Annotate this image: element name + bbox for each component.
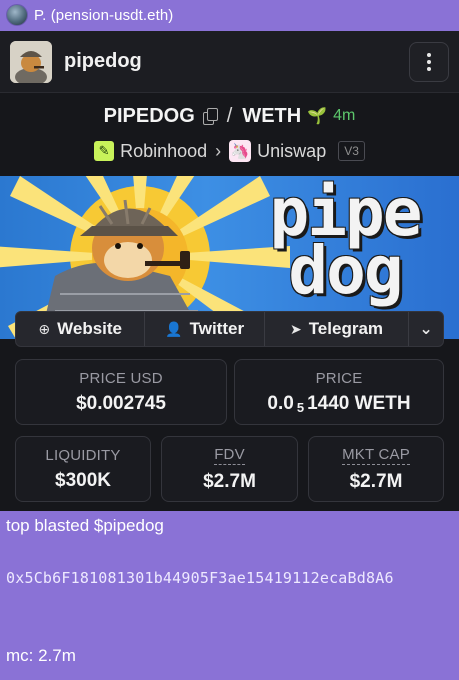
- price-usd-box: PRICE USD $0.002745: [15, 359, 227, 425]
- token-card[interactable]: pipedog PIPEDOG / WETH 🌱 4m ✎ Robinhood …: [0, 31, 459, 511]
- website-link[interactable]: ⊕ Website: [16, 312, 146, 346]
- token-header: pipedog: [0, 31, 459, 93]
- market-cap-note: mc: 2.7m: [6, 646, 76, 665]
- chevron-right-icon: ›: [215, 140, 222, 161]
- price-value-prefix: 0.0: [267, 392, 294, 414]
- social-links-bar: ⊕ Website 👤 Twitter ➤ Telegram ⌄: [15, 311, 444, 347]
- price-usd-label: PRICE USD: [79, 369, 163, 387]
- robinhood-icon: ✎: [94, 141, 115, 161]
- links-expand-button[interactable]: ⌄: [409, 312, 443, 346]
- user-icon: 👤: [165, 320, 183, 337]
- globe-icon: ⊕: [38, 320, 51, 337]
- post-text: top blasted $pipedog: [6, 516, 164, 535]
- pair-age: 4m: [333, 107, 356, 124]
- token-name: pipedog: [64, 50, 142, 72]
- contract-address[interactable]: 0x5Cb6F181081301b44905F3ae15419112ecaBd8…: [6, 566, 446, 591]
- fdv-label: FDV: [214, 445, 245, 465]
- dot-icon: [427, 52, 431, 57]
- more-menu-button[interactable]: [409, 41, 449, 82]
- dot-icon: [427, 66, 431, 71]
- telegram-label: Telegram: [308, 319, 384, 338]
- twitter-link[interactable]: 👤 Twitter: [145, 312, 265, 346]
- liquidity-box: LIQUIDITY $300K: [15, 436, 151, 502]
- pair-row: PIPEDOG / WETH 🌱 4m: [0, 95, 459, 137]
- liquidity-label: LIQUIDITY: [45, 446, 121, 464]
- mkt-cap-box[interactable]: MKT CAP $2.7M: [308, 436, 444, 502]
- liquidity-value: $300K: [55, 469, 111, 491]
- chain-row: ✎ Robinhood › 🦄 Uniswap V3: [0, 137, 459, 165]
- price-usd-value: $0.002745: [76, 392, 166, 414]
- price-box: PRICE 0.0 5 1440 WETH: [234, 359, 444, 425]
- price-value: 0.0 5 1440 WETH: [267, 393, 410, 415]
- version-badge: V3: [338, 141, 365, 161]
- uniswap-icon: 🦄: [229, 140, 252, 162]
- author-bar: P. (pension-usdt.eth): [0, 0, 459, 30]
- banner-title: pipe dog: [245, 180, 445, 304]
- token-avatar: [10, 40, 52, 83]
- copy-icon[interactable]: [202, 108, 218, 125]
- chain-name[interactable]: Robinhood: [120, 141, 207, 162]
- author-avatar[interactable]: [6, 4, 28, 26]
- telegram-link[interactable]: ➤ Telegram: [265, 312, 410, 346]
- twitter-label: Twitter: [189, 319, 245, 338]
- mkt-cap-value: $2.7M: [349, 470, 403, 492]
- mkt-cap-label: MKT CAP: [342, 445, 410, 465]
- fdv-box[interactable]: FDV $2.7M: [161, 436, 298, 502]
- website-label: Website: [57, 319, 122, 338]
- pair-quote: WETH: [242, 104, 302, 127]
- price-label: PRICE: [315, 369, 363, 387]
- price-value-zero-count: 5: [296, 399, 305, 415]
- dot-icon: [427, 59, 431, 64]
- send-icon: ➤: [289, 320, 302, 337]
- dex-name[interactable]: Uniswap: [257, 141, 326, 162]
- sprout-icon: 🌱: [307, 108, 328, 125]
- fdv-value: $2.7M: [203, 470, 256, 492]
- author-name[interactable]: P. (pension-usdt.eth): [34, 7, 173, 24]
- pair-base: PIPEDOG: [103, 104, 195, 127]
- price-value-suffix: 1440 WETH: [307, 392, 411, 414]
- pair-separator: /: [226, 104, 233, 127]
- chevron-down-icon: ⌄: [419, 321, 433, 338]
